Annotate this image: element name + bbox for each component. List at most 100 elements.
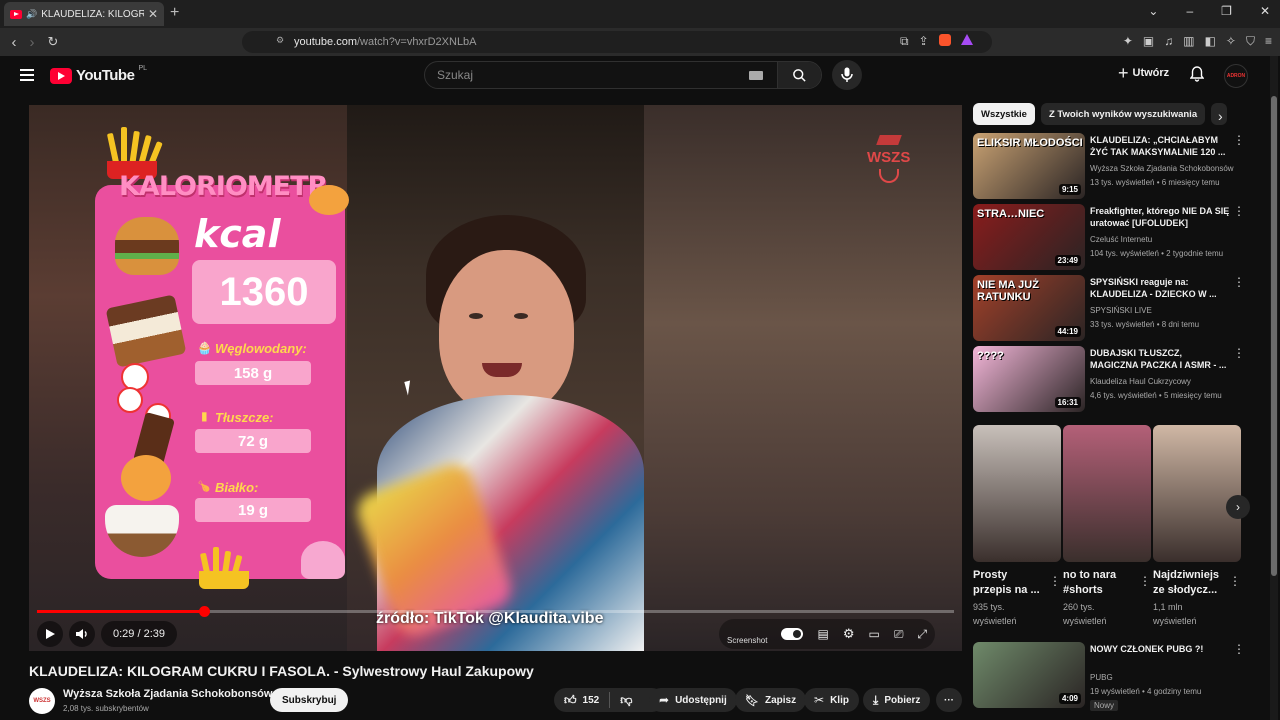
reload-icon[interactable]: ↻ [43,34,63,50]
recommendation-title[interactable]: Freakfighter, którego NIE DA SIĘ uratowa… [1090,205,1230,229]
more-vertical-icon[interactable]: ⋮ [1233,275,1245,289]
more-actions-button[interactable]: ··· [936,688,962,712]
video-thumbnail[interactable]: STRA…NIEC 23:49 [973,204,1085,270]
shorts-next-button[interactable]: › [1226,495,1250,519]
channel-avatar[interactable]: WSZS [29,688,55,714]
more-vertical-icon[interactable]: ⋮ [1233,133,1245,147]
short-item[interactable]: Prosty przepis na ... 935 tys. wyświetleń… [973,425,1061,628]
wallet-icon[interactable]: ◧ [1205,34,1216,49]
volume-icon [76,629,87,639]
share-button[interactable]: ➦ Udostępnij [649,688,737,712]
menu-icon[interactable]: ≡ [1265,34,1272,49]
youtube-logo[interactable]: YouTube PL [50,65,147,84]
chip-from-search[interactable]: Z Twoich wyników wyszukiwania [1040,103,1206,125]
keyboard-icon[interactable] [749,70,763,80]
tab-close-icon[interactable]: ✕ [148,7,158,21]
mute-button[interactable] [69,621,95,647]
recommendation-title[interactable]: NOWY CZŁONEK PUBG ?! [1090,643,1230,655]
recommendation-channel[interactable]: PUBG [1090,673,1113,682]
miniplayer-icon[interactable]: ▭ [868,627,879,641]
url-field[interactable]: ⚙ youtube.com/watch?v=vhxrD2XNLbA [242,31,992,53]
video-thumbnail[interactable]: 4:09 [973,642,1085,708]
recommendation-channel[interactable]: Czeluść Internetu [1090,235,1152,244]
vpn-icon[interactable]: ⛉ [1246,34,1255,49]
clip-button[interactable]: ✂ Klip [804,688,859,712]
recommendation-item[interactable]: NIE MA JUŻ RATUNKU 44:19 SPYSIŃSKI reaguje… [973,275,1253,341]
minimize-icon[interactable]: – [1186,4,1193,18]
chip-all[interactable]: Wszystkie [973,103,1035,125]
recommendation-item[interactable]: ELIKSIR MŁODOŚCI 9:15 KLAUDELIZA: „CHCIAŁA… [973,133,1253,199]
subtitles-icon[interactable]: ▤ [817,627,828,641]
more-vertical-icon[interactable]: ⋮ [1233,346,1245,360]
short-thumbnail[interactable] [1153,425,1241,562]
dislike-button[interactable]: 👎︎ [620,693,632,708]
short-item[interactable]: Najdziwniejs ze słodycz... 1,1 mln wyświe… [1153,425,1241,628]
recommendation-title[interactable]: DUBAJSKI TŁUSZCZ, MAGICZNA PACZKA I ASMR… [1090,347,1230,371]
more-vertical-icon[interactable]: ⋮ [1233,642,1245,656]
toolbar-icons: ✦ ▣ ♫ ▥ ◧ ✧ ⛉ ≡ [1123,34,1272,49]
short-title[interactable]: Najdziwniejs ze słodycz... [1153,568,1225,598]
more-vertical-icon[interactable]: ⋮ [1139,574,1151,588]
screenshot-label[interactable]: Screenshot [727,636,767,645]
short-title[interactable]: no to nara #shorts [1063,568,1135,598]
media-icon[interactable]: ♫ [1164,34,1173,49]
tab-list-icon[interactable]: ⌄ [1148,4,1158,18]
notifications-button[interactable] [1189,66,1205,87]
progress-bar[interactable] [37,606,954,617]
video-player[interactable]: KALORIOMETR kcal 1360 🧁 Węglowodany: 158… [29,105,962,651]
more-vertical-icon[interactable]: ⋮ [1049,574,1061,588]
back-icon[interactable]: ‹ [4,34,24,51]
chevron-right-icon[interactable]: › [1218,108,1223,124]
recommendation-item[interactable]: ???? 16:31 DUBAJSKI TŁUSZCZ, MAGICZNA PACZ… [973,346,1253,412]
site-info-icon[interactable]: ⚙ [276,35,284,46]
recommendation-title[interactable]: KLAUDELIZA: „CHCIAŁABYM ŻYĆ TAK MAKSYMAL… [1090,134,1230,158]
video-thumbnail[interactable]: NIE MA JUŻ RATUNKU 44:19 [973,275,1085,341]
play-button[interactable] [37,621,63,647]
save-button[interactable]: 🔖︎ Zapisz [735,688,807,712]
like-dislike-group: 👍︎ 152 👎︎ [554,688,664,712]
sidebar-icon[interactable]: ▥ [1183,34,1194,49]
create-button[interactable]: + Utwórz [1118,64,1169,82]
close-window-icon[interactable]: ✕ [1260,4,1270,18]
video-thumbnail[interactable]: ELIKSIR MŁODOŚCI 9:15 [973,133,1085,199]
browser-tab[interactable]: 🔊 KLAUDELIZA: KILOGRAM CUI ✕ [4,2,164,26]
search-input[interactable] [425,68,749,82]
channel-name[interactable]: Wyższa Szkoła Zjadania Schokobonsów [63,688,272,700]
more-vertical-icon[interactable]: ⋮ [1233,204,1245,218]
search-button[interactable] [777,62,821,88]
brave-rewards-icon[interactable] [960,34,973,45]
download-button[interactable]: ⤓ Pobierz [863,688,931,712]
autoplay-toggle[interactable] [781,628,804,640]
like-button[interactable]: 👍︎ 152 [564,693,599,708]
forward-icon[interactable]: › [22,34,42,51]
short-thumbnail[interactable] [1063,425,1151,562]
share-icon[interactable]: ⇪ [919,34,929,49]
fullscreen-icon[interactable]: ⤢ [917,627,927,642]
scrollbar-thumb[interactable] [1271,96,1277,576]
account-avatar[interactable]: ADRON [1224,64,1248,88]
leo-icon[interactable]: ✧ [1226,34,1236,49]
cast-icon[interactable]: ⎚ [894,627,904,642]
recommendation-channel[interactable]: SPYSIŃSKI LIVE [1090,306,1152,315]
more-vertical-icon[interactable]: ⋮ [1229,574,1241,588]
recommendation-item[interactable]: STRA…NIEC 23:49 Freakfighter, którego NIE … [973,204,1253,270]
short-thumbnail[interactable] [973,425,1061,562]
voice-search-button[interactable] [832,60,862,90]
new-tab-button[interactable]: + [170,4,179,22]
guide-menu-icon[interactable] [20,69,34,81]
recommendation-channel[interactable]: Klaudeliza Haul Cukrzycowy [1090,377,1191,386]
short-title[interactable]: Prosty przepis na ... [973,568,1045,598]
kcal-unit: kcal [194,212,281,256]
open-in-app-icon[interactable]: ⧉ [900,34,909,49]
screenshot-icon[interactable]: ▣ [1143,34,1154,49]
recommendation-channel[interactable]: Wyższa Szkoła Zjadania Schokobonsów [1090,164,1234,173]
maximize-icon[interactable]: ❐ [1221,4,1232,18]
recommendation-item[interactable]: 4:09 NOWY CZŁONEK PUBG ?! PUBG 19 wyświetle… [973,642,1253,711]
extensions-icon[interactable]: ✦ [1123,34,1133,49]
video-thumbnail[interactable]: ???? 16:31 [973,346,1085,412]
recommendation-title[interactable]: SPYSIŃSKI reaguje na: KLAUDELIZA - DZIEC… [1090,276,1230,300]
short-item[interactable]: no to nara #shorts 260 tys. wyświetleń ⋮ [1063,425,1151,628]
subscribe-button[interactable]: Subskrybuj [270,688,349,712]
settings-gear-icon[interactable]: ⚙ [843,626,855,642]
brave-shields-icon[interactable] [938,34,951,46]
